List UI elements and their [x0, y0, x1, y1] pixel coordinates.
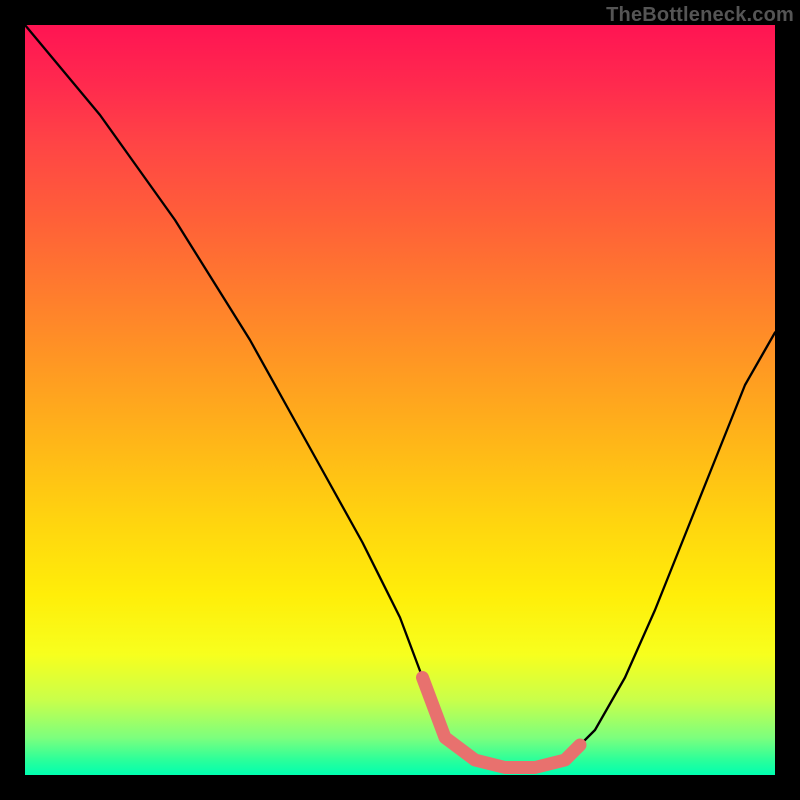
plot-area	[25, 25, 775, 775]
watermark-text: TheBottleneck.com	[606, 4, 794, 27]
chart-frame: TheBottleneck.com	[0, 0, 800, 800]
curve-layer	[25, 25, 775, 775]
bottleneck-curve	[25, 25, 775, 768]
highlight-trough	[423, 678, 581, 768]
